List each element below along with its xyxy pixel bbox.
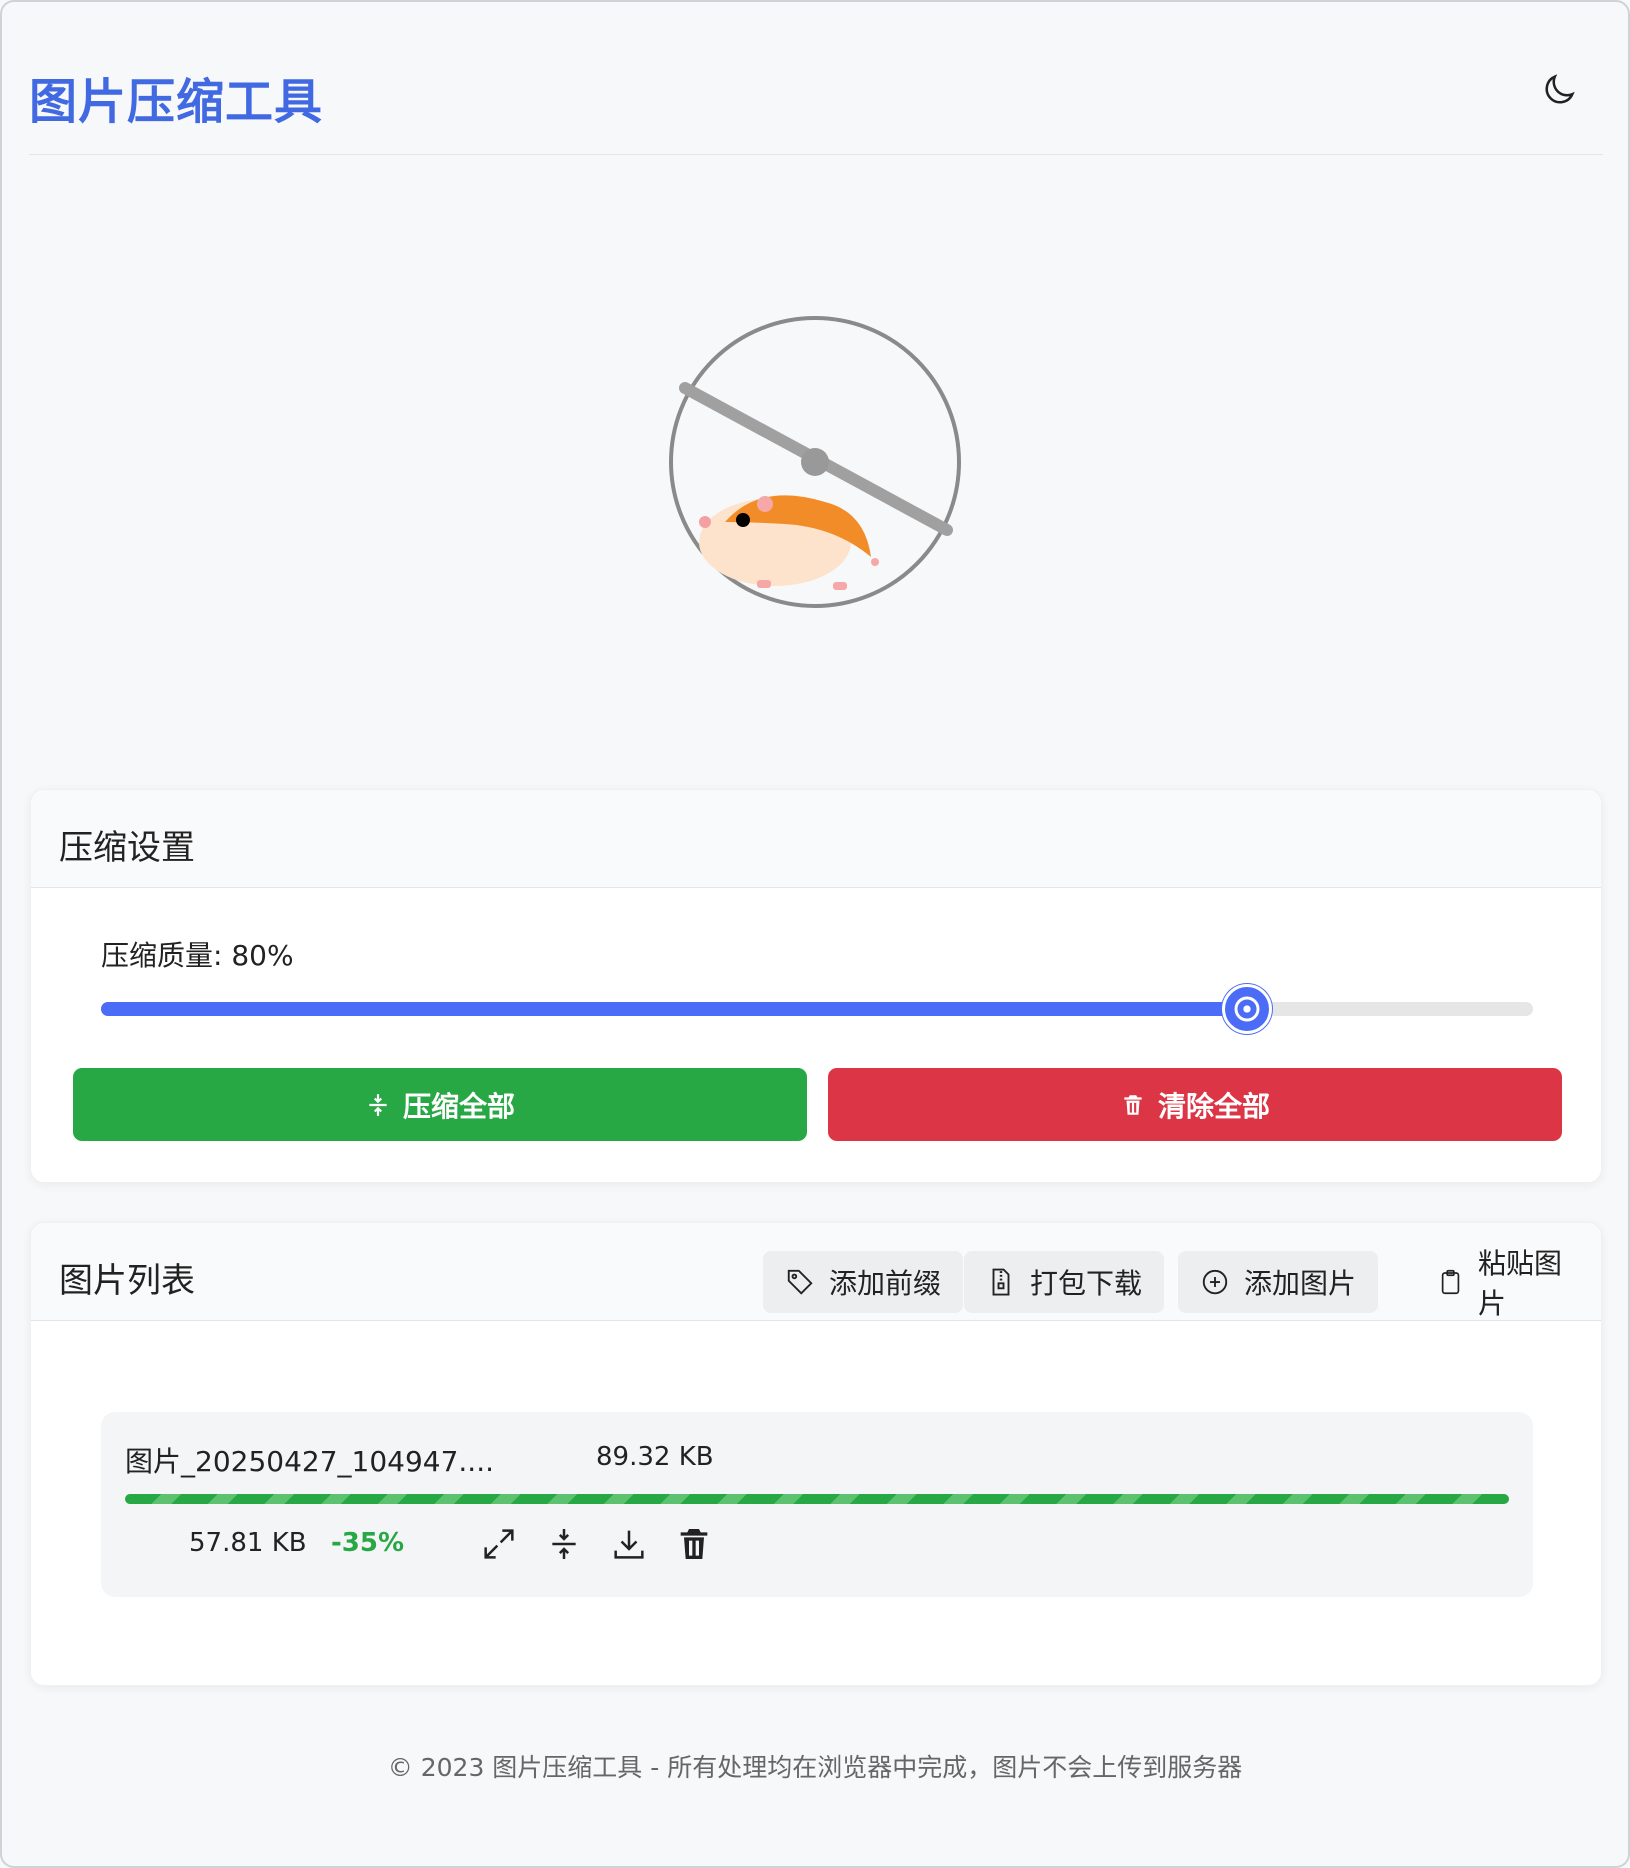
trash-icon xyxy=(680,1529,708,1559)
zip-download-label: 打包下载 xyxy=(1030,1267,1143,1300)
moon-icon xyxy=(1545,74,1575,104)
tag-icon xyxy=(787,1269,813,1295)
paste-image-label: 粘贴图片 xyxy=(1478,1247,1563,1320)
quality-slider-fill xyxy=(101,1002,1247,1016)
footer-text: © 2023 图片压缩工具 - 所有处理均在浏览器中完成，图片不会上传到服务器 xyxy=(387,1753,1243,1782)
reduction-percent: -35% xyxy=(331,1528,405,1558)
expand-icon xyxy=(484,1529,514,1559)
app-title: 图片压缩工具 xyxy=(29,74,324,130)
image-list-title: 图片列表 xyxy=(59,1261,195,1301)
add-image-button[interactable]: 添加图片 xyxy=(1178,1251,1379,1313)
compressed-size: 57.81 KB xyxy=(189,1528,307,1558)
zip-download-button[interactable]: 打包下载 xyxy=(964,1251,1165,1313)
settings-header: 压缩设置 xyxy=(31,790,1601,888)
plus-circle-icon xyxy=(1202,1269,1228,1295)
compression-settings-panel: 压缩设置 压缩质量: 80% 压缩全部 清除全部 xyxy=(30,789,1602,1183)
compress-icon xyxy=(552,1529,576,1559)
add-prefix-label: 添加前缀 xyxy=(829,1267,942,1300)
download-item-button[interactable] xyxy=(609,1524,649,1564)
quality-slider-thumb[interactable] xyxy=(1221,984,1272,1034)
hamster-wheel-illustration xyxy=(665,312,965,612)
theme-toggle-button[interactable] xyxy=(1539,70,1579,110)
zip-file-icon xyxy=(992,1268,1010,1296)
original-size: 89.32 KB xyxy=(596,1442,714,1472)
compress-all-label: 压缩全部 xyxy=(402,1089,515,1123)
compress-icon xyxy=(369,1093,387,1116)
add-prefix-button[interactable]: 添加前缀 xyxy=(763,1251,964,1313)
paste-image-button[interactable]: 粘贴图片 xyxy=(1415,1247,1601,1320)
quality-slider[interactable] xyxy=(101,984,1533,1034)
image-list-panel: 图片列表 添加前缀 打包下载 添加图片 粘贴图片 图片_20250427_104… xyxy=(30,1222,1602,1686)
delete-item-button[interactable] xyxy=(674,1524,714,1564)
slider-thumb-icon xyxy=(1234,996,1260,1022)
settings-title: 压缩设置 xyxy=(59,828,195,868)
quality-label: 压缩质量: 80% xyxy=(101,939,294,972)
image-list-item: 图片_20250427_104947.... 89.32 KB 57.81 KB… xyxy=(101,1412,1533,1597)
trash-icon xyxy=(1124,1094,1142,1115)
download-icon xyxy=(614,1530,644,1559)
clipboard-icon xyxy=(1441,1269,1460,1295)
image-file-name: 图片_20250427_104947.... xyxy=(125,1445,495,1478)
compress-all-button[interactable]: 压缩全部 xyxy=(73,1068,807,1141)
settings-actions: 压缩全部 清除全部 xyxy=(73,1068,1562,1141)
image-list-header: 图片列表 添加前缀 打包下载 添加图片 粘贴图片 xyxy=(31,1223,1601,1321)
hamster-wheel-icon xyxy=(669,316,961,608)
add-image-label: 添加图片 xyxy=(1244,1267,1357,1300)
clear-all-label: 清除全部 xyxy=(1157,1089,1270,1123)
compress-item-button[interactable] xyxy=(544,1524,584,1564)
header: 图片压缩工具 xyxy=(29,0,1603,155)
compression-progress-fill xyxy=(125,1494,1509,1504)
clear-all-button[interactable]: 清除全部 xyxy=(828,1068,1562,1141)
preview-button[interactable] xyxy=(479,1524,519,1564)
compression-progress-bar xyxy=(125,1494,1509,1504)
